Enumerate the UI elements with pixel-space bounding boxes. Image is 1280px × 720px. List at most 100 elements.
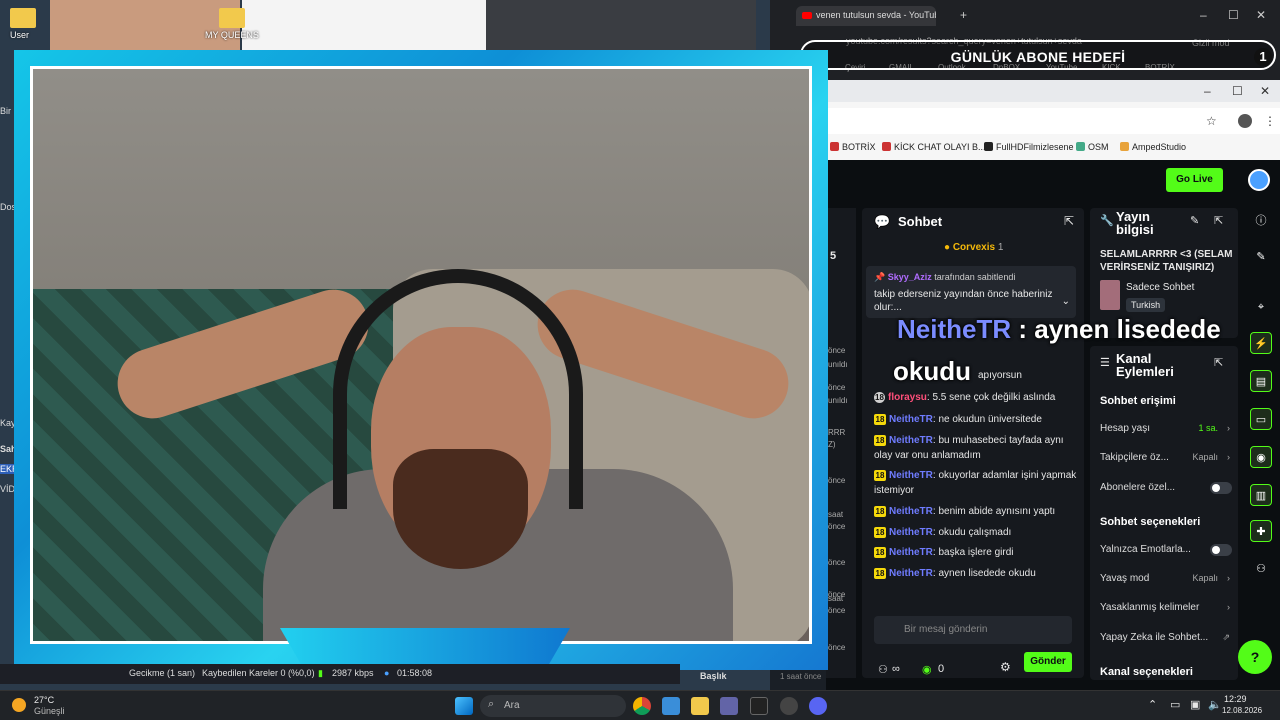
- go-live-button[interactable]: Go Live: [1166, 168, 1223, 192]
- taskbar-search[interactable]: ⌕ Ara: [480, 695, 626, 717]
- avatar[interactable]: [1248, 169, 1270, 191]
- profile-avatar[interactable]: [1238, 114, 1252, 128]
- mail-icon[interactable]: [662, 697, 680, 715]
- wrench-icon[interactable]: ✚: [1250, 520, 1272, 542]
- menu-icon[interactable]: ⋮: [1264, 114, 1276, 128]
- chat-message[interactable]: 18 NeitheTR: başka işlere girdi: [874, 545, 1082, 560]
- minimize-icon[interactable]: –: [1200, 8, 1207, 22]
- target-icon[interactable]: ⌖: [1250, 296, 1272, 318]
- chat-message[interactable]: 18 NeitheTR: ne okudun üniversitede: [874, 412, 1082, 427]
- file-explorer-icon[interactable]: [691, 697, 709, 715]
- epic-games-icon[interactable]: [750, 697, 768, 715]
- popout-icon[interactable]: ⇱: [1214, 214, 1223, 227]
- chat-title: Sohbet: [898, 214, 943, 229]
- bookmark-item[interactable]: BOTRİX: [830, 142, 876, 152]
- chat-username[interactable]: NeitheTR: [889, 414, 933, 425]
- chat-username[interactable]: NeitheTR: [889, 435, 933, 446]
- pinned-text: takip ederseniz yayından önce haberiniz …: [874, 289, 1053, 313]
- toggle-switch[interactable]: [1210, 544, 1232, 556]
- desktop-icon-myqueens[interactable]: MY QUEENS: [205, 8, 259, 40]
- bookmark-item[interactable]: OSM: [1076, 142, 1109, 152]
- setting-emotes-only[interactable]: Yalnızca Emotlarla...: [1100, 544, 1232, 556]
- minimize-icon[interactable]: –: [1204, 84, 1211, 98]
- setting-banned-words[interactable]: Yasaklanmış kelimeler ›: [1100, 602, 1230, 613]
- desktop-photo: [242, 0, 486, 50]
- bookmark-item[interactable]: AmpedStudio: [1120, 142, 1186, 152]
- bookmark-item[interactable]: FullHDFilmizlesene: [984, 142, 1074, 152]
- maximize-icon[interactable]: ☐: [1228, 8, 1239, 22]
- popout-icon[interactable]: ⇱: [1214, 356, 1223, 369]
- title-bar: [826, 80, 1280, 102]
- category-thumbnail: [1100, 280, 1120, 310]
- close-icon[interactable]: ✕: [1256, 8, 1266, 22]
- setting-subs-only[interactable]: Abonelere özel...: [1100, 482, 1232, 494]
- section-heading: Sohbet seçenekleri: [1100, 516, 1201, 528]
- server-icon[interactable]: ▥: [1250, 484, 1272, 506]
- popout-icon[interactable]: ⇱: [1064, 214, 1074, 228]
- left-panel-label: unıldı: [828, 396, 848, 405]
- top-supporter[interactable]: ● Corvexis 1: [944, 242, 1003, 253]
- star-icon[interactable]: ☆: [1206, 114, 1217, 128]
- edit-icon[interactable]: ✎: [1190, 214, 1199, 227]
- pencil-icon[interactable]: ✎: [1250, 246, 1272, 268]
- chat-username[interactable]: NeitheTR: [889, 470, 933, 481]
- left-panel-label: RRR: [828, 428, 846, 437]
- settings-icon[interactable]: ⚙: [1000, 660, 1011, 674]
- info-icon[interactable]: ⓘ: [1250, 210, 1272, 232]
- left-panel-label: önce: [828, 522, 846, 531]
- chat-icon[interactable]: ▭: [1250, 408, 1272, 430]
- new-tab-icon[interactable]: +: [960, 8, 967, 22]
- chat-message[interactable]: 18 NeitheTR: benim abide aynısını yaptı: [874, 504, 1082, 519]
- weather-temp: 27°C: [34, 695, 55, 705]
- close-icon[interactable]: ✕: [1260, 84, 1270, 98]
- maximize-icon[interactable]: ☐: [1232, 84, 1243, 98]
- category-name: Sadece Sohbet: [1126, 282, 1195, 293]
- chat-username[interactable]: NeitheTR: [889, 527, 933, 538]
- chevron-right-icon: ›: [1227, 573, 1230, 583]
- chevron-down-icon[interactable]: ⌄: [1062, 296, 1070, 307]
- network-icon[interactable]: ▭: [1170, 698, 1180, 711]
- chat-message[interactable]: 18 floraysu: 5.5 sene çok değilki aslında: [874, 390, 1082, 405]
- volume-icon[interactable]: 🔈: [1208, 698, 1222, 711]
- bookmark-item[interactable]: KİCK CHAT OLAYI B...: [882, 142, 986, 152]
- chat-username[interactable]: NeitheTR: [889, 547, 933, 558]
- broadcast-icon[interactable]: ◉: [1250, 446, 1272, 468]
- chat-message[interactable]: 18 NeitheTR: aynen lisedede okudu: [874, 566, 1082, 581]
- help-button[interactable]: ?: [1238, 640, 1272, 674]
- chat-username[interactable]: floraysu: [888, 392, 927, 403]
- pinned-message[interactable]: 📌 Skyy_Aziz tarafından sabitlendi takip …: [866, 266, 1076, 318]
- chat-text: okudu çalışmadı: [938, 527, 1012, 538]
- chevron-up-icon[interactable]: ⌃: [1148, 698, 1157, 711]
- chat-username[interactable]: NeitheTR: [889, 568, 933, 579]
- setting-ai-chat[interactable]: Yapay Zeka ile Sohbet... ⇗: [1100, 632, 1230, 643]
- lightning-icon[interactable]: ⚡: [1250, 332, 1272, 354]
- chat-message[interactable]: 18 NeitheTR: bu muhasebeci tayfada aynı o…: [874, 433, 1082, 463]
- teams-icon[interactable]: [720, 697, 738, 715]
- setting-account-age[interactable]: Hesap yaşı 1 sa. ›: [1100, 423, 1230, 434]
- overlay-chat-line2: okudu: [893, 356, 971, 386]
- obs-icon[interactable]: [780, 697, 798, 715]
- toggle-switch[interactable]: [1210, 482, 1232, 494]
- chat-username[interactable]: NeitheTR: [889, 506, 933, 517]
- chat-message[interactable]: 18 NeitheTR: okuyorlar adamlar işini yapm…: [874, 468, 1082, 498]
- windows-start-icon[interactable]: [455, 697, 473, 715]
- browser-tab[interactable]: venen tutulsun sevda - YouTube: [796, 6, 936, 26]
- chat-input[interactable]: Bir mesaj gönderin: [874, 616, 1072, 644]
- left-panel-label: önce: [828, 606, 846, 615]
- stream-time: 01:58:08: [397, 668, 433, 678]
- send-button[interactable]: Gönder: [1024, 652, 1072, 672]
- desktop-icon-user[interactable]: User: [10, 8, 36, 40]
- desktop-photo: [486, 0, 756, 50]
- chevron-right-icon: ›: [1227, 452, 1230, 462]
- setting-slow-mode[interactable]: Yavaş mod Kapalı ›: [1100, 573, 1230, 584]
- document-icon[interactable]: ▤: [1250, 370, 1272, 392]
- dropped-frames: Kaybedilen Kareler 0 (%0,0): [202, 668, 315, 678]
- chrome-icon[interactable]: [633, 697, 651, 715]
- setting-followers-only[interactable]: Takipçilere öz... Kapalı ›: [1100, 452, 1230, 463]
- discord-icon[interactable]: [809, 697, 827, 715]
- age-badge-icon: 18: [874, 568, 886, 579]
- left-panel-label: önce: [828, 643, 846, 652]
- users-icon[interactable]: ⚇: [1250, 558, 1272, 580]
- chat-message[interactable]: 18 NeitheTR: okudu çalışmadı: [874, 525, 1082, 540]
- display-icon[interactable]: ▣: [1190, 698, 1200, 711]
